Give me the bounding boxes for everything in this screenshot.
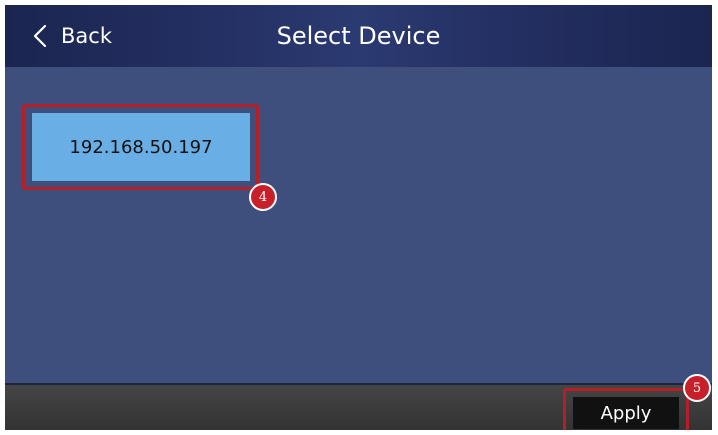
step-highlight-apply xyxy=(563,388,689,430)
step-badge-5: 5 xyxy=(683,374,711,402)
header-bar: Back Select Device xyxy=(5,5,712,67)
step-highlight-device xyxy=(22,104,259,190)
step-badge-4: 4 xyxy=(249,183,277,211)
page-title: Select Device xyxy=(276,22,441,50)
app-window: Back Select Device 192.168.50.197 4 Appl… xyxy=(5,5,712,430)
